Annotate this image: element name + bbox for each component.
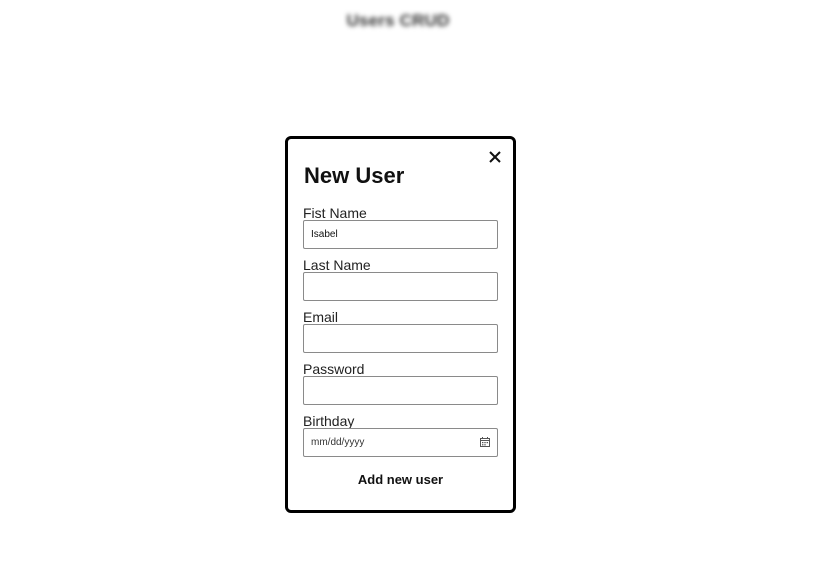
new-user-modal: New User Fist Name Last Name Email	[285, 136, 516, 513]
first-name-input[interactable]	[304, 221, 497, 248]
app-title: Users CRUD	[346, 11, 450, 30]
email-field: Email	[303, 310, 498, 362]
password-input-box	[303, 376, 498, 405]
first-name-field: Fist Name	[303, 206, 498, 258]
email-input-box	[303, 324, 498, 353]
birthday-input[interactable]: mm/dd/yyyy	[303, 428, 498, 457]
password-label: Password	[303, 361, 365, 377]
page: Users CRUD New User Fist Name Last Name	[0, 0, 813, 579]
new-user-form: Fist Name Last Name Email Password	[303, 206, 498, 466]
calendar-icon[interactable]	[480, 437, 490, 447]
first-name-label: Fist Name	[303, 205, 367, 221]
add-new-user-button[interactable]: Add new user	[288, 472, 513, 487]
last-name-input[interactable]	[304, 273, 497, 300]
email-label: Email	[303, 309, 339, 325]
first-name-input-box	[303, 220, 498, 249]
close-icon	[489, 151, 501, 163]
birthday-label: Birthday	[303, 413, 355, 429]
last-name-label: Last Name	[303, 257, 371, 273]
birthday-placeholder: mm/dd/yyyy	[311, 437, 365, 448]
last-name-field: Last Name	[303, 258, 498, 310]
email-input[interactable]	[304, 325, 497, 352]
close-button[interactable]	[488, 150, 502, 164]
password-field: Password	[303, 362, 498, 414]
modal-title: New User	[304, 163, 405, 188]
last-name-input-box	[303, 272, 498, 301]
birthday-field: Birthday mm/dd/yyyy	[303, 414, 498, 466]
password-input[interactable]	[304, 377, 497, 404]
